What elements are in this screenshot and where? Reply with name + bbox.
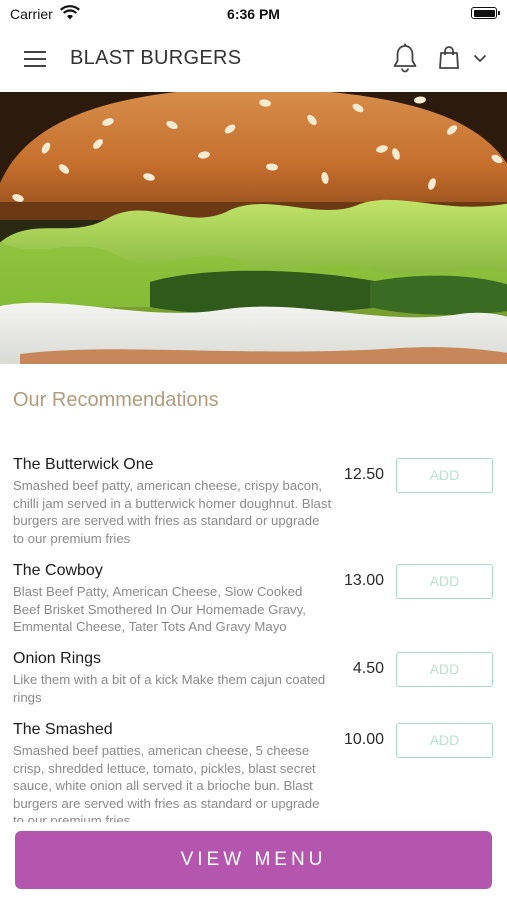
item-name: The Smashed [13, 721, 113, 738]
item-description: Blast Beef Patty, American Cheese, Slow … [13, 584, 306, 634]
item-name: The Cowboy [13, 562, 103, 579]
hero-burger-image [0, 92, 507, 364]
view-menu-button[interactable]: VIEW MENU [15, 831, 492, 889]
item-price: 10.00 [343, 731, 384, 748]
chevron-down-icon[interactable] [473, 54, 487, 63]
item-description: Smashed beef patties, american cheese, 5… [13, 743, 320, 822]
app-header: BLAST BURGERS [0, 28, 507, 93]
bell-icon[interactable] [392, 43, 418, 73]
status-time: 6:36 PM [227, 6, 280, 22]
add-button[interactable]: ADD [396, 564, 493, 599]
add-button[interactable]: ADD [396, 458, 493, 493]
item-description: Like them with a bit of a kick Make them… [13, 672, 326, 705]
app-title: BLAST BURGERS [70, 47, 242, 69]
hamburger-menu-icon[interactable] [24, 51, 46, 68]
section-title: Our Recommendations [13, 389, 219, 411]
item-price: 4.50 [352, 660, 384, 677]
item-price: 13.00 [343, 572, 384, 589]
add-button[interactable]: ADD [396, 723, 493, 758]
burger-illustration [0, 92, 507, 364]
item-price: 12.50 [343, 466, 384, 483]
item-name: The Butterwick One [13, 456, 154, 473]
item-description: Smashed beef patty, american cheese, cri… [13, 478, 332, 546]
add-button[interactable]: ADD [396, 652, 493, 687]
battery-icon [471, 7, 500, 19]
recommendations-list[interactable]: The Butterwick One Smashed beef patty, a… [0, 452, 507, 822]
shopping-bag-icon[interactable] [438, 46, 460, 70]
item-name: Onion Rings [13, 650, 102, 667]
status-bar: Carrier 6:36 PM [0, 0, 507, 28]
